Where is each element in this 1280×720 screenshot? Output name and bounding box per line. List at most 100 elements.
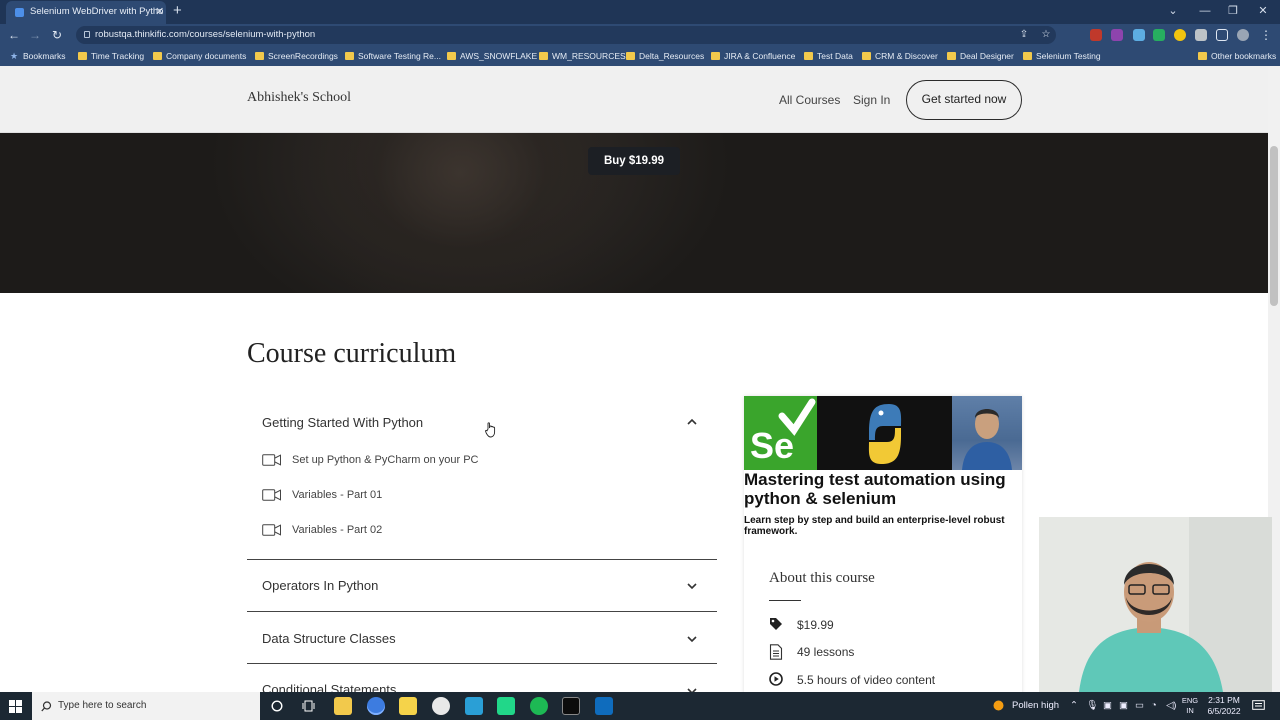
share-icon[interactable]: ⇪	[1016, 27, 1032, 43]
star-icon: ★	[10, 51, 19, 61]
bookmark-item[interactable]: AWS_SNOWFLAKE	[447, 46, 537, 66]
folder-icon	[345, 52, 354, 60]
search-icon	[41, 701, 52, 712]
bookmark-item[interactable]: Deal Designer	[947, 46, 1014, 66]
video-camera-icon	[262, 524, 281, 536]
system-clock[interactable]: 2:31 PM 6/5/2022	[1202, 695, 1246, 717]
lesson-title: Set up Python & PyCharm on your PC	[292, 454, 479, 466]
slack-icon[interactable]	[432, 697, 450, 715]
course-info-card: Se Mastering test automation using pytho…	[744, 396, 1022, 692]
other-bookmarks[interactable]: Other bookmarks	[1198, 46, 1276, 66]
scrollbar-thumb[interactable]	[1270, 146, 1278, 306]
profile-avatar-icon[interactable]	[1237, 29, 1249, 41]
chevron-up-icon[interactable]	[685, 415, 699, 429]
network-icon[interactable]: ◔	[1151, 692, 1157, 720]
browser-tab-strip: Selenium WebDriver with Pytho ✕ + ⌄ — ❐ …	[0, 0, 1280, 24]
section-header-conditional[interactable]: Conditional Statements	[262, 682, 396, 692]
extension-icon[interactable]	[1111, 29, 1123, 41]
tray-app-icon[interactable]: ▣	[1119, 692, 1128, 720]
bookmark-item[interactable]: Time Tracking	[78, 46, 144, 66]
bookmark-item[interactable]: ScreenRecordings	[255, 46, 338, 66]
folder-icon	[255, 52, 264, 60]
bookmark-item[interactable]: JIRA & Confluence	[711, 46, 795, 66]
microphone-icon[interactable]: 🎙	[1086, 692, 1098, 720]
forward-icon[interactable]: →	[27, 27, 43, 43]
terminal-icon[interactable]	[562, 697, 580, 715]
back-icon[interactable]: ←	[6, 27, 22, 43]
about-course-title: About this course	[769, 570, 875, 586]
bookmark-item[interactable]: CRM & Discover	[862, 46, 938, 66]
chevron-down-icon[interactable]	[685, 579, 699, 593]
bookmark-item[interactable]: Delta_Resources	[626, 46, 704, 66]
tray-app-icon[interactable]: ▣	[1103, 692, 1112, 720]
spotify-icon[interactable]	[530, 697, 548, 715]
folder-icon	[1023, 52, 1032, 60]
reload-icon[interactable]: ↻	[49, 27, 65, 43]
cortana-icon[interactable]	[271, 700, 283, 712]
section-divider	[247, 663, 717, 664]
chrome-icon[interactable]	[367, 697, 385, 715]
side-panel-icon[interactable]	[1216, 29, 1228, 41]
pycharm-icon[interactable]	[497, 697, 515, 715]
all-courses-link[interactable]: All Courses	[779, 93, 840, 107]
address-bar[interactable]: robustqa.thinkific.com/courses/selenium-…	[76, 26, 1056, 44]
adblock-extension-icon[interactable]	[1090, 29, 1102, 41]
minimize-icon[interactable]: —	[1196, 3, 1214, 19]
screen-recorder-icon[interactable]	[595, 697, 613, 715]
sign-in-link[interactable]: Sign In	[853, 93, 890, 107]
lock-icon	[84, 31, 90, 38]
bookmark-star-icon[interactable]: ☆	[1038, 27, 1054, 43]
chevron-down-icon[interactable]	[685, 684, 699, 692]
app-icon[interactable]	[465, 697, 483, 715]
price-value: $19.99	[797, 618, 834, 632]
file-explorer-icon[interactable]	[334, 697, 352, 715]
volume-icon[interactable]: ◁)	[1166, 692, 1176, 720]
weather-text[interactable]: Pollen high	[1012, 692, 1059, 720]
section-header-data-structures[interactable]: Data Structure Classes	[262, 631, 396, 646]
chevron-down-icon[interactable]	[685, 632, 699, 646]
extension-icon[interactable]	[1153, 29, 1165, 41]
school-logo-text[interactable]: Abhishek's School	[247, 90, 351, 106]
bookmark-item[interactable]: Software Testing Re...	[345, 46, 441, 66]
course-subheadline: Learn step by step and build an enterpri…	[744, 515, 1005, 537]
task-view-icon[interactable]	[302, 700, 315, 712]
tab-search-icon[interactable]: ⌄	[1164, 3, 1182, 19]
lessons-count: 49 lessons	[797, 645, 855, 659]
section-header-operators[interactable]: Operators In Python	[262, 578, 378, 593]
get-started-button[interactable]: Get started now	[906, 80, 1022, 120]
instructor-photo	[952, 396, 1022, 470]
section-header-getting-started[interactable]: Getting Started With Python	[262, 415, 423, 430]
notifications-icon[interactable]	[1252, 700, 1265, 712]
taskbar-search-box[interactable]: Type here to search	[32, 692, 260, 720]
python-logo	[817, 396, 952, 470]
restore-icon[interactable]: ❐	[1224, 3, 1242, 19]
bookmark-item[interactable]: Test Data	[804, 46, 853, 66]
tray-app-icon[interactable]: ▭	[1135, 692, 1144, 720]
bookmark-item[interactable]: WM_RESOURCES	[539, 46, 626, 66]
video-camera-icon	[262, 454, 281, 466]
puzzle-extensions-icon[interactable]	[1195, 29, 1207, 41]
close-window-icon[interactable]: ✕	[1254, 3, 1272, 19]
url-text: robustqa.thinkific.com/courses/selenium-…	[95, 29, 316, 40]
bookmark-item[interactable]: ★ Bookmarks	[10, 46, 66, 66]
about-divider	[769, 600, 801, 601]
bookmark-item[interactable]: Selenium Testing	[1023, 46, 1101, 66]
tray-overflow-icon[interactable]: ⌃	[1070, 692, 1078, 720]
python-snake-icon	[868, 404, 902, 464]
bookmark-item[interactable]: Company documents	[153, 46, 246, 66]
language-indicator[interactable]: ENG IN	[1181, 696, 1199, 716]
close-tab-icon[interactable]: ✕	[155, 5, 164, 19]
course-thumbnail[interactable]: Se Mastering test automation using pytho…	[744, 396, 1022, 541]
hand-cursor-icon	[485, 422, 496, 438]
lesson-title: Variables - Part 02	[292, 524, 383, 536]
price-tag-icon	[770, 618, 782, 630]
folder-icon	[447, 52, 456, 60]
extension-icon[interactable]	[1174, 29, 1186, 41]
new-tab-icon[interactable]: +	[173, 2, 182, 20]
sticky-notes-icon[interactable]	[399, 697, 417, 715]
extension-icon[interactable]	[1133, 29, 1145, 41]
menu-kebab-icon[interactable]: ⋮	[1258, 27, 1274, 43]
windows-start-icon[interactable]	[9, 700, 22, 713]
buy-button[interactable]: Buy $19.99	[588, 147, 680, 175]
browser-tab[interactable]: Selenium WebDriver with Pytho ✕	[6, 1, 166, 24]
